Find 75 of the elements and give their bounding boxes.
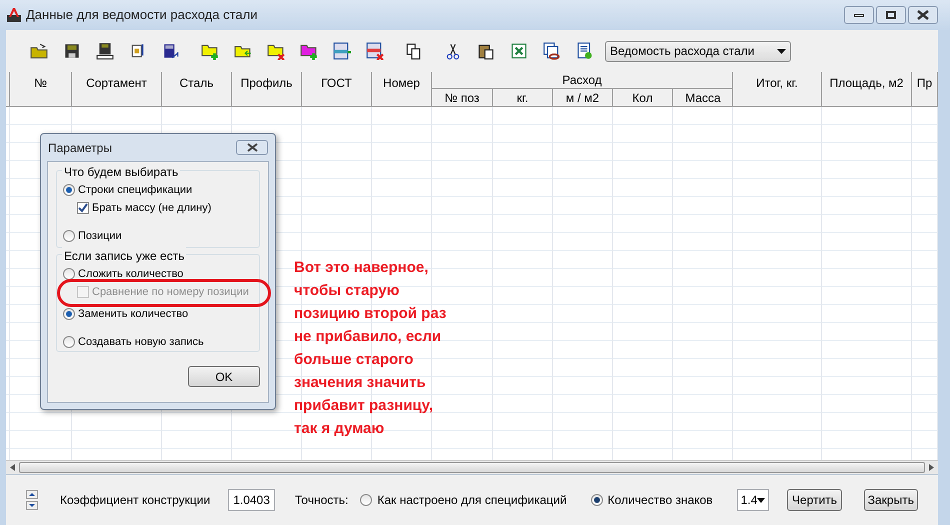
save-icon[interactable] <box>62 42 80 60</box>
annotation-text: чтобы старую <box>294 281 400 301</box>
annotation-text: значения значить <box>294 373 427 393</box>
checkbox[interactable] <box>77 202 89 214</box>
radio-button[interactable] <box>63 268 75 280</box>
column-header[interactable]: Масса <box>673 89 733 107</box>
spreadsheet-icon[interactable] <box>510 42 528 60</box>
column-header[interactable]: Расход <box>432 72 732 89</box>
digits-dropdown[interactable]: 1.4 <box>736 489 770 511</box>
window-title: Данные для ведомости расхода стали <box>26 6 258 24</box>
column-header[interactable]: № <box>10 72 72 106</box>
annotation-text: позицию второй раз <box>294 304 446 324</box>
annotation-text: больше старого <box>294 350 414 370</box>
radio-button[interactable] <box>63 336 75 348</box>
radio-button[interactable] <box>360 494 372 506</box>
close-button[interactable] <box>908 6 938 24</box>
option-label: Заменить количество <box>78 306 188 322</box>
dialog-title: Параметры <box>48 140 112 156</box>
spin-down-button[interactable] <box>26 501 38 510</box>
option-label: Сравнение по номеру позиции <box>92 284 249 300</box>
caret-down-icon <box>29 504 35 507</box>
column-header[interactable]: Пр <box>912 72 938 106</box>
option-label: Брать массу (не длину) <box>92 200 212 216</box>
minimize-button[interactable] <box>844 6 874 24</box>
close-icon <box>917 10 929 20</box>
folder-icon[interactable] <box>30 42 48 60</box>
group-title: Если запись уже есть <box>62 247 186 265</box>
column-header[interactable]: Номер <box>372 72 432 106</box>
radio-button[interactable] <box>63 184 75 196</box>
close-icon <box>246 143 258 152</box>
coefficient-field[interactable]: 1.0403 <box>228 489 275 511</box>
radio-button[interactable] <box>63 230 75 242</box>
option-label: Строки спецификации <box>78 182 192 198</box>
annotation-text: прибавит разницу, <box>294 396 434 416</box>
radio-button[interactable] <box>63 308 75 320</box>
option-label: Количество знаков <box>608 492 713 509</box>
close-button[interactable] <box>236 140 268 155</box>
column-header[interactable]: Итог, кг. <box>733 72 822 106</box>
caret-up-icon <box>29 493 35 496</box>
documents-link-icon[interactable] <box>542 42 560 60</box>
report-dropdown[interactable]: Ведомость расхода стали <box>605 40 791 62</box>
spin-up-button[interactable] <box>26 490 38 499</box>
scroll-left-icon[interactable] <box>10 464 15 471</box>
field-label: Коэффициент конструкции <box>60 492 210 509</box>
copy-icon[interactable] <box>404 42 422 60</box>
scrollbar-thumb[interactable] <box>19 462 925 473</box>
annotation-text: Вот это наверное, <box>294 258 430 278</box>
annotation-text: не прибавило, если <box>294 327 442 347</box>
radio-button[interactable] <box>590 494 603 506</box>
save-icon[interactable] <box>96 42 114 60</box>
action-button[interactable]: Чертить <box>787 489 842 511</box>
option-label: Сложить количество <box>78 266 184 282</box>
folder-add-icon[interactable] <box>300 42 318 60</box>
maximize-button[interactable] <box>876 6 906 24</box>
field-label: Точность: <box>294 492 348 509</box>
option-label: Как настроено для спецификаций <box>377 492 567 509</box>
app-icon <box>6 7 22 23</box>
paste-icon[interactable] <box>476 42 494 60</box>
column-header[interactable]: Сортамент <box>72 72 162 106</box>
document-gear-icon[interactable] <box>576 42 594 60</box>
ok-button[interactable]: OK <box>188 366 260 387</box>
column-header[interactable]: Сталь <box>162 72 232 106</box>
action-button[interactable]: Закрыть <box>864 489 918 511</box>
scroll-right-icon[interactable] <box>929 464 934 471</box>
column-header[interactable]: Профиль <box>232 72 302 106</box>
column-header[interactable]: ГОСТ <box>302 72 372 106</box>
table-delete-icon[interactable] <box>366 42 384 60</box>
annotation-text: так я думаю <box>294 419 386 439</box>
option-label: Позиции <box>78 228 122 244</box>
caret-icon <box>757 498 766 502</box>
caret-icon <box>777 48 786 54</box>
column-header[interactable]: Площадь, м2 <box>822 72 912 106</box>
option-label: Создавать новую запись <box>78 334 204 350</box>
folder-add-icon[interactable] <box>200 42 218 60</box>
folder-delete-icon[interactable] <box>266 42 284 60</box>
